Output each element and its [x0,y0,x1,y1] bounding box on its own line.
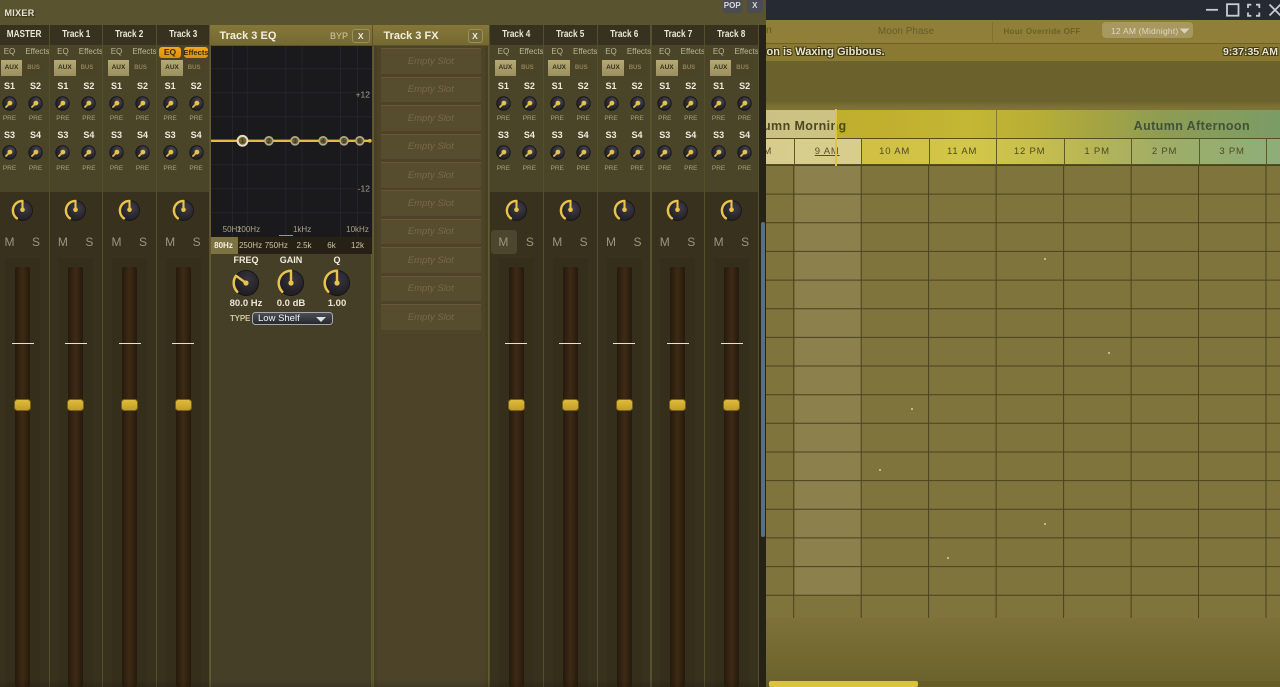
svg-text:-12: -12 [357,183,370,193]
svg-text:5: 5 [342,138,346,145]
svg-text:4: 4 [321,138,325,145]
svg-text:100Hz: 100Hz [236,225,259,234]
svg-text:1kHz: 1kHz [292,225,310,234]
svg-text:1: 1 [240,138,244,145]
svg-text:3: 3 [293,138,297,145]
svg-text:10kHz: 10kHz [346,225,369,234]
svg-text:6: 6 [357,138,361,145]
svg-text:2: 2 [267,138,271,145]
svg-text:+12: +12 [355,89,370,99]
